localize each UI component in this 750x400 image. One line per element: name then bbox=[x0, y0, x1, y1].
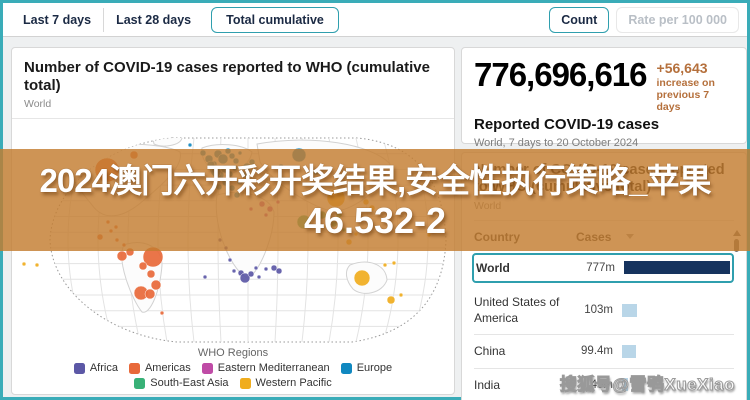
top-toolbar: Last 7 daysLast 28 daysTotal cumulative … bbox=[3, 3, 747, 37]
country-name: United States of America bbox=[474, 294, 576, 326]
metric-toggle-option[interactable]: Rate per 100 000 bbox=[616, 7, 739, 33]
cases-value: 103m bbox=[576, 304, 622, 316]
legend-swatch bbox=[202, 363, 213, 374]
legend-label: Africa bbox=[90, 362, 118, 374]
legend-swatch bbox=[240, 378, 251, 389]
stats-caption: World, 7 days to 20 October 2024 bbox=[474, 137, 734, 149]
map-legend: WHO Regions Africa Americas Eastern Medi… bbox=[12, 347, 454, 389]
cases-bar bbox=[624, 261, 730, 274]
legend-item[interactable]: Eastern Mediterranean bbox=[202, 362, 330, 374]
time-range-tabs: Last 7 daysLast 28 days Total cumulative bbox=[11, 7, 339, 33]
country-name: China bbox=[474, 343, 576, 359]
delta-value: +56,643 bbox=[657, 61, 734, 76]
cases-bar bbox=[622, 345, 636, 358]
country-name: World bbox=[476, 260, 578, 276]
legend-swatch bbox=[129, 363, 140, 374]
table-row[interactable]: China 99.4m bbox=[474, 335, 734, 368]
banner-text-line1: 2024澳门六开彩开奖结果,安全性执行策略_苹果 bbox=[40, 160, 711, 201]
map-card-title: Number of COVID-19 cases reported to WHO… bbox=[12, 48, 454, 95]
stats-card: 776,696,616 +56,643 increase on previous… bbox=[461, 47, 747, 144]
metric-toggle-option[interactable]: Count bbox=[549, 7, 609, 33]
cases-bar-track bbox=[622, 345, 734, 358]
legend-items: Africa Americas Eastern Mediterranean Eu… bbox=[12, 362, 454, 389]
legend-label: Europe bbox=[357, 362, 392, 374]
cases-value: 99.4m bbox=[576, 345, 622, 357]
time-range-tab[interactable]: Last 28 days bbox=[103, 8, 203, 32]
time-range-tab[interactable]: Last 7 days bbox=[11, 8, 103, 32]
legend-swatch bbox=[134, 378, 145, 389]
cases-bar-track bbox=[624, 261, 730, 274]
legend-item[interactable]: South-East Asia bbox=[134, 377, 228, 389]
total-cases-value: 776,696,616 bbox=[474, 58, 647, 93]
legend-label: Western Pacific bbox=[256, 377, 332, 389]
cases-bar-track bbox=[622, 304, 734, 317]
legend-label: South-East Asia bbox=[150, 377, 228, 389]
legend-item[interactable]: Americas bbox=[129, 362, 191, 374]
legend-item[interactable]: Africa bbox=[74, 362, 118, 374]
legend-item[interactable]: Western Pacific bbox=[240, 377, 332, 389]
table-row[interactable]: World 777m bbox=[472, 253, 734, 283]
legend-label: Eastern Mediterranean bbox=[218, 362, 330, 374]
metric-toggle: Count Rate per 100 000 bbox=[542, 7, 739, 33]
legend-label: Americas bbox=[145, 362, 191, 374]
delta-caption: increase on previous 7 days bbox=[657, 77, 734, 113]
legend-item[interactable]: Europe bbox=[341, 362, 392, 374]
stats-label: Reported COVID-19 cases bbox=[474, 116, 734, 133]
legend-title: WHO Regions bbox=[12, 347, 454, 359]
banner-text-line2: 46.532-2 bbox=[304, 201, 446, 241]
time-range-tab[interactable]: Total cumulative bbox=[211, 7, 339, 33]
legend-swatch bbox=[341, 363, 352, 374]
table-row[interactable]: United States of America 103m bbox=[474, 286, 734, 335]
cases-bar bbox=[622, 304, 637, 317]
cases-value: 777m bbox=[578, 262, 624, 274]
legend-swatch bbox=[74, 363, 85, 374]
ad-overlay-banner: 2024澳门六开彩开奖结果,安全性执行策略_苹果 46.532-2 bbox=[0, 149, 750, 251]
watermark: 搜狐号@雪鸮XueXiao bbox=[560, 370, 735, 395]
